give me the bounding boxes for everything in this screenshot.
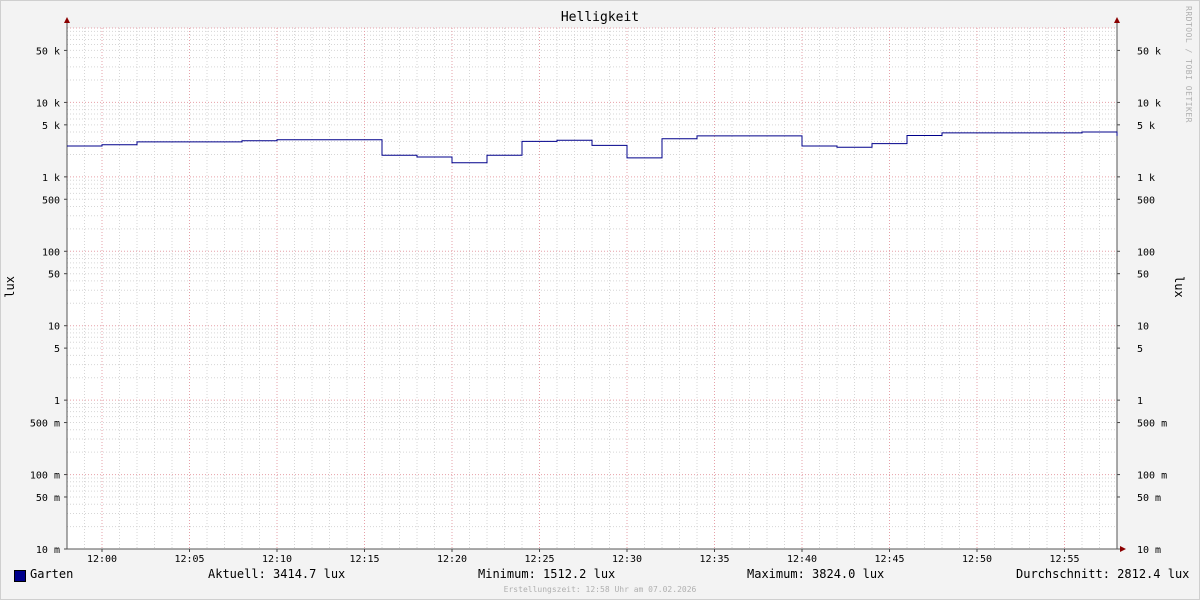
legend-series-name: Garten xyxy=(30,567,74,581)
y-axis-arrow-left xyxy=(64,17,70,23)
y-tick-label-left: 5 xyxy=(54,344,60,355)
x-tick-label: 12:15 xyxy=(349,554,379,565)
y-tick-label-left: 10 k xyxy=(36,98,60,109)
y-tick-label-left: 50 xyxy=(48,270,60,281)
y-tick-label-right: 500 m xyxy=(1137,419,1167,430)
x-axis-arrow xyxy=(1120,546,1126,552)
y-tick-label-left: 1 xyxy=(54,396,60,407)
y-tick-label-right: 5 xyxy=(1137,344,1143,355)
chart-plot: 12:00 12:05 12:10 12:15 12:20 12:25 12:30 12:35… xyxy=(30,17,1167,565)
y-axis-arrow-right xyxy=(1114,17,1120,23)
y-tick-label-right: 10 xyxy=(1137,322,1149,333)
y-tick-label-right: 1 k xyxy=(1137,173,1155,184)
y-tick-label-right: 100 xyxy=(1137,247,1155,258)
x-tick-label: 12:00 xyxy=(87,554,117,565)
y-tick-label-left: 500 xyxy=(42,195,60,206)
x-tick-label: 12:40 xyxy=(787,554,817,565)
y-tick-label-left: 5 k xyxy=(42,121,60,132)
y-tick-label-left: 50 k xyxy=(36,46,60,57)
x-tick-label: 12:55 xyxy=(1049,554,1079,565)
legend: Garten Aktuell: 3414.7 lux Minimum: 1512… xyxy=(0,567,1200,585)
y-tick-label-right: 500 xyxy=(1137,195,1155,206)
y-tick-label-right: 1 xyxy=(1137,396,1143,407)
x-tick-label: 12:45 xyxy=(874,554,904,565)
x-tick-label: 12:25 xyxy=(524,554,554,565)
y-tick-label-left: 10 xyxy=(48,322,60,333)
y-tick-label-right: 50 m xyxy=(1137,493,1161,504)
y-tick-label-left: 10 m xyxy=(36,545,60,556)
x-tick-label: 12:50 xyxy=(962,554,992,565)
y-tick-label-right: 50 k xyxy=(1137,46,1161,57)
legend-current: Aktuell: 3414.7 lux xyxy=(208,567,346,581)
y-tick-label-left: 100 m xyxy=(30,471,60,482)
y-tick-label-left: 50 m xyxy=(36,493,60,504)
x-tick-label: 12:05 xyxy=(174,554,204,565)
x-tick-label: 12:20 xyxy=(437,554,467,565)
x-tick-label: 12:30 xyxy=(612,554,642,565)
x-tick-label: 12:35 xyxy=(699,554,729,565)
y-tick-label-right: 10 m xyxy=(1137,545,1161,556)
y-tick-label-left: 100 xyxy=(42,247,60,258)
y-tick-label-right: 5 k xyxy=(1137,121,1155,132)
y-tick-label-right: 100 m xyxy=(1137,471,1167,482)
y-tick-label-left: 1 k xyxy=(42,173,60,184)
legend-minimum: Minimum: 1512.2 lux xyxy=(478,567,616,581)
legend-maximum: Maximum: 3824.0 lux xyxy=(747,567,885,581)
y-tick-label-right: 50 xyxy=(1137,270,1149,281)
creation-time: Erstellungszeit: 12:58 Uhr am 07.02.2026 xyxy=(503,585,697,594)
legend-average: Durchschnitt: 2812.4 lux xyxy=(1016,567,1190,581)
y-tick-label-right: 10 k xyxy=(1137,98,1161,109)
x-tick-label: 12:10 xyxy=(262,554,292,565)
y-tick-label-left: 500 m xyxy=(30,419,60,430)
legend-swatch-garten xyxy=(14,570,26,582)
